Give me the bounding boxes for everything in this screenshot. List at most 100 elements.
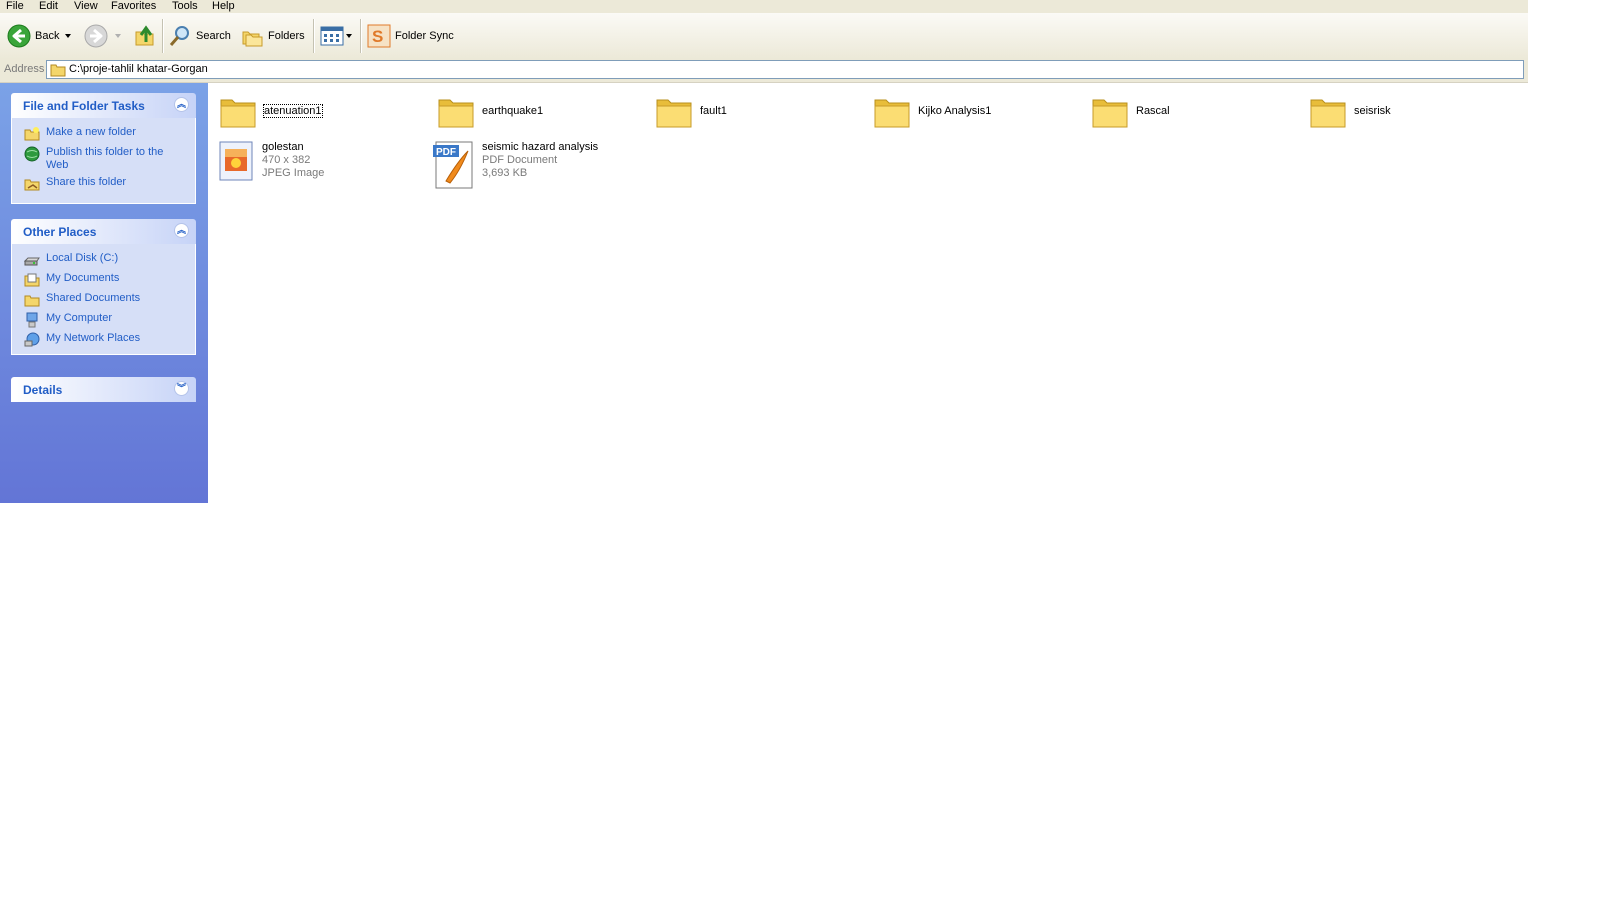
file-type: JPEG Image bbox=[262, 167, 325, 179]
forward-dropdown[interactable] bbox=[114, 23, 122, 49]
panel-title: Details bbox=[23, 383, 63, 397]
search-label: Search bbox=[196, 30, 231, 42]
folders-icon bbox=[242, 31, 263, 47]
toolbar-separator bbox=[313, 19, 315, 53]
folder-item-fault1[interactable]: fault1 bbox=[654, 91, 727, 131]
svg-text:PDF: PDF bbox=[436, 147, 456, 158]
folder-item-earthquake1[interactable]: earthquake1 bbox=[436, 91, 543, 131]
collapse-icon[interactable]: ︽ bbox=[174, 97, 189, 112]
address-path: C:\proje-tahlil khatar-Gorgan bbox=[69, 63, 208, 75]
jpeg-image-icon bbox=[219, 141, 253, 181]
forward-button[interactable] bbox=[84, 23, 108, 49]
my-documents-icon bbox=[24, 273, 40, 287]
folder-item-kijko-analysis1[interactable]: Kijko Analysis1 bbox=[872, 91, 991, 131]
folder-item-atenuation1[interactable]: atenuation1 bbox=[218, 91, 323, 131]
place-label: My Network Places bbox=[46, 332, 141, 344]
back-dropdown[interactable] bbox=[64, 23, 72, 49]
pdf-document-icon: PDF bbox=[433, 141, 473, 189]
place-network-places[interactable]: My Network Places bbox=[24, 332, 140, 348]
file-size: 3,693 KB bbox=[482, 167, 528, 179]
file-list-view: atenuation1 earthquake1 fault1 Kijko Ana… bbox=[208, 83, 1528, 503]
place-my-computer[interactable]: My Computer bbox=[24, 312, 112, 328]
file-item-golestan[interactable]: golestan 470 x 382 JPEG Image bbox=[216, 141, 324, 181]
menu-edit[interactable]: Edit bbox=[39, 0, 58, 13]
folder-icon bbox=[220, 99, 256, 128]
share-folder-icon bbox=[24, 179, 40, 191]
dropdown-arrow-icon bbox=[65, 34, 71, 38]
place-shared-documents[interactable]: Shared Documents bbox=[24, 292, 140, 308]
place-label: My Documents bbox=[46, 272, 120, 284]
other-places-panel: Other Places ︽ Local Disk (C:) My Docume… bbox=[11, 219, 196, 355]
panel-header[interactable]: File and Folder Tasks ︽ bbox=[11, 93, 196, 118]
details-panel: Details ︾ bbox=[11, 377, 196, 402]
task-publish-web[interactable]: Publish this folder to the Web bbox=[24, 146, 174, 172]
explorer-window: File Edit View Favorites Tools Help Back bbox=[0, 0, 1528, 503]
place-label: My Computer bbox=[46, 312, 113, 324]
place-label: Local Disk (C:) bbox=[46, 252, 119, 264]
file-type: PDF Document bbox=[482, 154, 558, 166]
new-folder-icon bbox=[24, 127, 40, 141]
menu-view[interactable]: View bbox=[74, 0, 98, 13]
folder-sync-label: Folder Sync bbox=[395, 30, 454, 42]
place-local-disk[interactable]: Local Disk (C:) bbox=[24, 252, 118, 268]
folder-name: Kijko Analysis1 bbox=[918, 105, 992, 117]
folders-button[interactable]: Folders bbox=[240, 23, 305, 49]
menu-file[interactable]: File bbox=[6, 0, 24, 13]
folders-label: Folders bbox=[268, 30, 305, 42]
file-name: seismic hazard analysis bbox=[482, 141, 599, 153]
panel-header[interactable]: Other Places ︽ bbox=[11, 219, 196, 244]
task-label: Make a new folder bbox=[46, 126, 136, 138]
search-button[interactable]: Search bbox=[168, 23, 231, 49]
folder-icon bbox=[656, 99, 692, 128]
panel-title: Other Places bbox=[23, 225, 97, 239]
folder-icon bbox=[1310, 99, 1346, 128]
toolbar: Back Search Folders S Folder Sync bbox=[0, 13, 1528, 60]
collapse-icon[interactable]: ︽ bbox=[174, 223, 189, 238]
folder-name: seisrisk bbox=[1354, 105, 1391, 117]
folder-icon bbox=[1092, 99, 1128, 128]
menu-favorites[interactable]: Favorites bbox=[111, 0, 156, 13]
folder-item-seisrisk[interactable]: seisrisk bbox=[1308, 91, 1391, 131]
menu-tools[interactable]: Tools bbox=[172, 0, 198, 13]
panel-body: Local Disk (C:) My Documents Shared Docu… bbox=[11, 244, 196, 355]
file-name: golestan bbox=[262, 141, 304, 153]
views-icon bbox=[320, 26, 352, 46]
svg-text:S: S bbox=[372, 27, 383, 46]
folder-name: Rascal bbox=[1136, 105, 1170, 117]
up-folder-button[interactable] bbox=[133, 23, 157, 49]
folder-icon bbox=[874, 99, 910, 128]
dropdown-arrow-icon bbox=[115, 34, 121, 38]
folder-icon bbox=[50, 64, 66, 77]
file-folder-tasks-panel: File and Folder Tasks ︽ Make a new folde… bbox=[11, 93, 196, 204]
toolbar-separator bbox=[360, 19, 362, 53]
place-my-documents[interactable]: My Documents bbox=[24, 272, 119, 288]
views-button[interactable] bbox=[320, 23, 354, 49]
menu-help[interactable]: Help bbox=[212, 0, 235, 13]
back-label: Back bbox=[35, 30, 60, 42]
panel-title: File and Folder Tasks bbox=[23, 99, 145, 113]
shared-documents-icon bbox=[24, 295, 40, 307]
address-field[interactable]: C:\proje-tahlil khatar-Gorgan bbox=[46, 60, 1524, 79]
folder-item-rascal[interactable]: Rascal bbox=[1090, 91, 1170, 131]
task-pane: File and Folder Tasks ︽ Make a new folde… bbox=[0, 83, 208, 503]
folder-name: earthquake1 bbox=[482, 105, 544, 117]
task-make-new-folder[interactable]: Make a new folder bbox=[24, 126, 136, 142]
place-label: Shared Documents bbox=[46, 292, 141, 304]
folder-name: fault1 bbox=[700, 105, 727, 117]
file-item-seismic-hazard-analysis[interactable]: PDF seismic hazard analysis PDF Document… bbox=[432, 141, 598, 189]
task-share-folder[interactable]: Share this folder bbox=[24, 176, 126, 192]
folder-name: atenuation1 bbox=[263, 104, 323, 118]
my-computer-icon bbox=[26, 312, 38, 328]
folder-sync-button[interactable]: S Folder Sync bbox=[367, 23, 454, 49]
address-bar: Address C:\proje-tahlil khatar-Gorgan bbox=[0, 59, 1528, 83]
back-button[interactable]: Back bbox=[7, 23, 59, 49]
file-dimensions: 470 x 382 bbox=[262, 154, 311, 166]
address-label: Address bbox=[4, 63, 45, 75]
folder-sync-icon: S bbox=[367, 24, 391, 48]
local-disk-icon bbox=[24, 257, 40, 266]
search-icon bbox=[169, 26, 189, 46]
up-folder-icon bbox=[135, 25, 154, 46]
expand-icon[interactable]: ︾ bbox=[174, 381, 189, 396]
folder-icon bbox=[438, 99, 474, 128]
panel-header[interactable]: Details ︾ bbox=[11, 377, 196, 402]
